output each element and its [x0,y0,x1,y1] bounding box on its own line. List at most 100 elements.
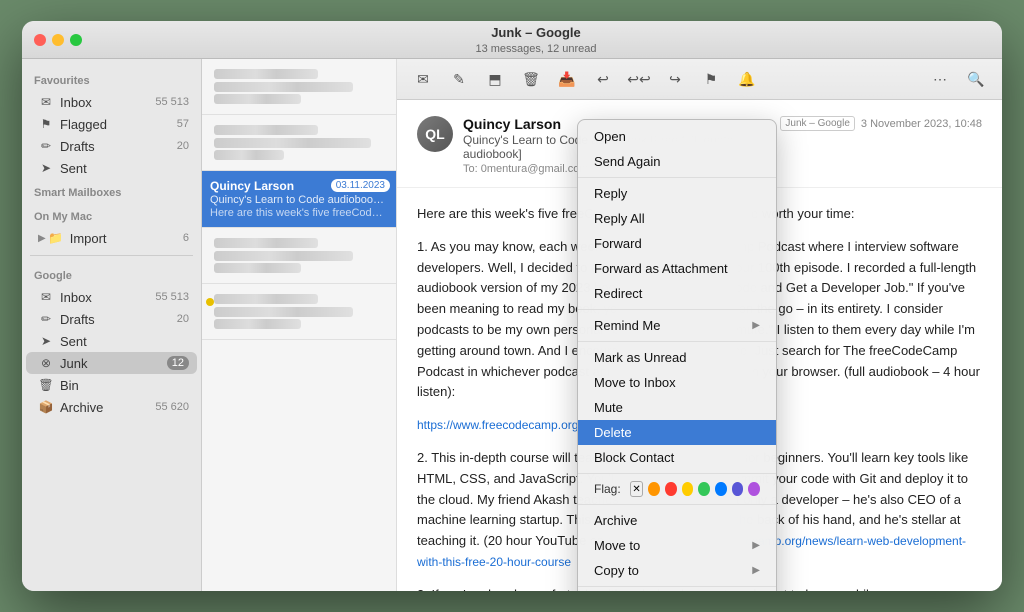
ctx-reply[interactable]: Reply [578,181,776,206]
ctx-move-to[interactable]: Move to ▶ [578,533,776,558]
email-toolbar: ✉ ✎ ⬒ 🗑 📥 ↩ ↩↩ ↪ ⚑ 🔔 ⋯ 🔍 [397,59,1002,100]
ctx-forward-attachment[interactable]: Forward as Attachment [578,256,776,281]
google-inbox-count: 55 513 [155,291,189,303]
maximize-button[interactable] [70,34,82,46]
sidebar-item-google-sent[interactable]: ➤ Sent [26,330,197,352]
list-item[interactable] [202,115,396,171]
drafts-icon: ✏ [38,138,54,154]
flag-label: Flag: [594,482,621,496]
flag-green[interactable] [698,482,710,496]
list-item[interactable] [202,228,396,284]
list-item[interactable] [202,284,396,340]
message-preview: Here are this week's five freeCodeCamp r… [210,207,388,219]
sidebar-item-label: Sent [60,334,189,349]
notification-button[interactable]: 🔔 [733,65,761,93]
sidebar-item-google-junk[interactable]: ⊗ Junk 12 [26,352,197,374]
sidebar-item-google-archive[interactable]: 📦 Archive 55 620 [26,396,197,418]
junk-label: Junk – Google [780,116,855,131]
ctx-reply-all[interactable]: Reply All [578,206,776,231]
prev-button[interactable]: ⋯ [926,65,954,93]
google-drafts-icon: ✏ [38,311,54,327]
search-button[interactable]: 🔍 [962,65,990,93]
list-item-selected[interactable]: Quincy Larson 03.11.2023 Quincy's Learn … [202,171,396,228]
flag-orange[interactable] [648,482,660,496]
close-button[interactable] [34,34,46,46]
traffic-lights [34,34,82,46]
sidebar-item-label: Drafts [60,312,173,327]
sidebar-section-favourites: Favourites [22,67,201,91]
flag-red[interactable] [665,482,677,496]
junk-icon: ⊗ [38,355,54,371]
sidebar-item-drafts[interactable]: ✏ Drafts 20 [26,135,197,157]
move-button[interactable]: 📥 [553,65,581,93]
archive-button[interactable]: ⬒ [481,65,509,93]
flagged-count: 57 [177,118,189,130]
avatar: QL [417,116,453,152]
flag-yellow[interactable] [682,482,694,496]
ctx-mute[interactable]: Mute [578,395,776,420]
sidebar-divider [30,255,193,256]
sidebar-item-import[interactable]: ▶ 📁 Import 6 [26,227,197,249]
flag-clear[interactable]: ✕ [630,481,644,497]
sidebar-item-label: Junk [60,356,163,371]
email-date: 3 November 2023, 10:48 [861,118,982,130]
arrow-icon: ▶ [38,233,46,244]
sidebar-item-google-inbox[interactable]: ✉ Inbox 55 513 [26,286,197,308]
sidebar-item-inbox[interactable]: ✉ Inbox 55 513 [26,91,197,113]
arrow-icon: ▶ [752,320,760,331]
archive-icon: 📦 [38,399,54,415]
ctx-separator-6 [578,586,776,587]
trash-button[interactable]: 🗑 [517,65,545,93]
ctx-remind[interactable]: Remind Me ▶ [578,313,776,338]
get-mail-button[interactable]: ✉ [409,65,437,93]
ctx-archive[interactable]: Archive [578,508,776,533]
compose-button[interactable]: ✎ [445,65,473,93]
arrow-icon: ▶ [752,565,760,576]
sidebar-item-flagged[interactable]: ⚑ Flagged 57 [26,113,197,135]
message-sender: Quincy Larson [210,179,294,193]
window-subtitle: 13 messages, 12 unread [475,43,596,55]
message-list: Quincy Larson 03.11.2023 Quincy's Learn … [202,59,397,591]
ctx-block[interactable]: Block Contact [578,445,776,470]
flag-purple[interactable] [748,482,760,496]
ctx-apply-rules[interactable]: Apply Rules [578,590,776,591]
sidebar-item-google-bin[interactable]: 🗑 Bin [26,374,197,396]
google-drafts-count: 20 [177,313,189,325]
flag-row: Flag: ✕ [578,477,776,501]
google-sent-icon: ➤ [38,333,54,349]
junk-badge: 12 [167,356,189,370]
flag-indigo[interactable] [732,482,744,496]
import-count: 6 [183,232,189,244]
sidebar-item-label: Bin [60,378,189,393]
ctx-forward[interactable]: Forward [578,231,776,256]
minimize-button[interactable] [52,34,64,46]
forward-button[interactable]: ↪ [661,65,689,93]
sidebar-item-label: Inbox [60,95,151,110]
titlebar: Junk – Google 13 messages, 12 unread [22,21,1002,59]
flagged-icon: ⚑ [38,116,54,132]
ctx-send-again[interactable]: Send Again [578,149,776,174]
flag-button[interactable]: ⚑ [697,65,725,93]
message-date: 03.11.2023 [331,179,390,192]
ctx-mark-unread[interactable]: Mark as Unread [578,345,776,370]
inbox-icon: ✉ [38,94,54,110]
reply-button[interactable]: ↩ [589,65,617,93]
ctx-delete[interactable]: Delete [578,420,776,445]
mail-window: Junk – Google 13 messages, 12 unread Fav… [22,21,1002,591]
list-item[interactable] [202,59,396,115]
ctx-separator-2 [578,309,776,310]
sidebar-item-sent[interactable]: ➤ Sent [26,157,197,179]
email-content: ✉ ✎ ⬒ 🗑 📥 ↩ ↩↩ ↪ ⚑ 🔔 ⋯ 🔍 QL [397,59,1002,591]
ctx-separator-1 [578,177,776,178]
google-inbox-icon: ✉ [38,289,54,305]
ctx-copy-to[interactable]: Copy to ▶ [578,558,776,583]
flag-blue[interactable] [715,482,727,496]
drafts-count: 20 [177,140,189,152]
sidebar-item-google-drafts[interactable]: ✏ Drafts 20 [26,308,197,330]
ctx-redirect[interactable]: Redirect [578,281,776,306]
ctx-move-inbox[interactable]: Move to Inbox [578,370,776,395]
archive-count: 55 620 [155,401,189,413]
reply-all-button[interactable]: ↩↩ [625,65,653,93]
sidebar-item-label: Import [70,231,179,246]
ctx-open[interactable]: Open [578,124,776,149]
